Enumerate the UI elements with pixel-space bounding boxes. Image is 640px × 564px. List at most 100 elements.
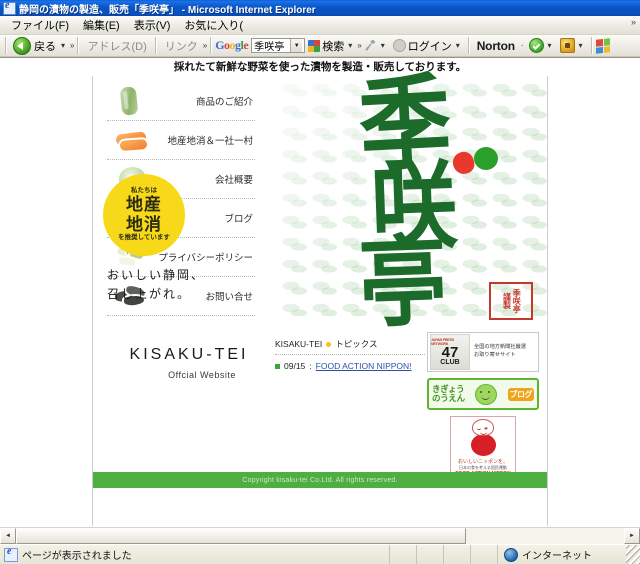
nav-item-local-production[interactable]: 地産地消＆一社一村 [107,121,255,160]
banner-47club-number: 47 [441,343,459,361]
browser-toolbar: 戻る ▾ » アドレス(D) リンク » Google 季咲亭 ▼ 検索 ▾ »… [0,35,640,57]
banner-fan-jp: おいしいニッポンを。 [457,459,508,465]
address-bar-label[interactable]: アドレス(D) [82,38,151,54]
scroll-left-button[interactable]: ◄ [0,528,16,544]
status-message: ページが表示されました [22,551,132,562]
page-viewport: 採れたて新鮮な野菜を使った漬物を製造・販売しております。 商品のご紹介 地産地消… [0,57,640,527]
menu-item-file[interactable]: ファイル(F) [4,15,76,35]
toolbar-divider-5 [467,37,470,54]
toolbar-divider-4 [210,37,213,54]
lower-section: KISAKU-TEI Offcial Website KISAKU-TEI トピ… [93,328,547,498]
topics-heading-label: トピックス [335,339,378,349]
hero-section: 商品のご紹介 地産地消＆一社一村 会社概要 ブログ プライバシーポリシー お問い… [93,61,547,342]
topics-block: KISAKU-TEI トピックス 09/15 : FOOD ACTION NIP… [275,338,425,371]
google-tools-button[interactable]: ▾ [362,39,390,52]
topics-divider [275,354,425,355]
back-button[interactable]: 戻る ▾ [10,36,70,56]
banner-column: JAPAN PRESS NETWORK 47 CLUB 全国の地方新聞社厳選 お… [427,332,539,478]
status-cell-4 [471,545,498,564]
kisakutei-logo: 季 咲 亭 謹製 季咲亭 [271,61,541,342]
banner-47club-word: CLUB [440,359,460,367]
chevron-down-icon[interactable]: ▼ [290,39,303,52]
banner-47club-text-line1: 全国の地方新聞社厳選 [474,344,526,351]
google-search-value: 季咲亭 [254,42,285,53]
hero-tagline-line1: おいしい静岡、 [107,268,206,282]
topics-list-item[interactable]: 09/15 : FOOD ACTION NIPPON! [275,361,425,371]
google-search-input[interactable]: 季咲亭 ▼ [251,38,306,53]
wrench-icon [365,39,376,51]
back-button-label: 戻る [34,40,56,53]
status-cells [390,545,498,564]
hero-tagline-line2: 召し上がれ。 [107,286,192,301]
google-login-button[interactable]: ログイン ▾ [390,38,465,54]
google-search-dropdown-icon[interactable]: ▾ [346,41,354,50]
toolbar-divider-6 [590,37,593,54]
brand-block: KISAKU-TEI Offcial Website [109,346,269,380]
cucumber-icon [111,86,151,116]
ie-icon [3,0,16,15]
nav-item-products[interactable]: 商品のご紹介 [107,82,255,121]
google-squares-icon [308,39,321,52]
nav-label-privacy: プライバシーポリシー [158,253,253,264]
site-footer: Copyright kisaku-tei Co.Ltd. All rights … [93,472,547,488]
menu-item-favorites[interactable]: お気に入り( [177,15,250,35]
nav-label-local-production: 地産地消＆一社一村 [167,136,253,147]
banner-food-action-nippon[interactable]: おいしいニッポンを。 日本の食を考える国民運動 FOOD ACTION NIPP… [450,416,516,478]
norton-lock-dropdown-icon[interactable]: ▾ [577,41,585,50]
nav-label-products: 商品のご紹介 [195,97,253,108]
google-login-dropdown-icon[interactable]: ▾ [454,41,462,50]
smiling-face-icon [472,419,494,436]
google-search-label: 検索 [322,40,345,53]
banner-blog-text: きぎょう のうえん [432,385,465,403]
menu-item-edit[interactable]: 編集(E) [76,15,127,35]
norton-identity-button[interactable]: ▾ [557,38,588,53]
banner-47club-logo: JAPAN PRESS NETWORK 47 CLUB [430,334,470,370]
google-search-button[interactable]: 検索 ▾ [305,38,357,54]
links-overflow-icon[interactable]: » [203,41,207,50]
google-tools-dropdown-icon[interactable]: ▾ [379,41,387,50]
security-zone-label: インターネット [522,551,592,562]
back-arrow-icon [13,36,31,55]
status-bar: ページが表示されました インターネット [0,544,640,564]
page-left-margin [0,76,92,527]
google-logo: Google [215,38,248,53]
chisan-chisho-badge: 私たちは 地産 地消 を推奨しています [103,174,185,256]
menu-bar: ファイル(F) 編集(E) 表示(V) お気に入り( » [0,16,640,35]
seal-text-left: 謹製 [502,293,512,309]
scrollbar-thumb[interactable] [16,528,466,544]
seal-text-right: 季咲亭 [512,289,522,313]
horizontal-scrollbar[interactable]: ◄ ► [0,527,640,544]
norton-check-dropdown-icon[interactable]: ▾ [546,41,554,50]
resize-grip[interactable] [626,545,640,564]
windows-flag-icon[interactable] [595,37,610,54]
menu-item-view[interactable]: 表示(V) [127,15,178,35]
google-logo-e: e [243,38,249,52]
topics-item-link[interactable]: FOOD ACTION NIPPON! [316,361,412,371]
scrollbar-track[interactable] [16,528,624,544]
banner-kigyou-nouen-blog[interactable]: きぎょう のうえん ブログ [427,378,539,410]
banner-blog-line2: のうえん [432,393,465,403]
menu-overflow-icon[interactable]: » [631,17,636,27]
banner-47club[interactable]: JAPAN PRESS NETWORK 47 CLUB 全国の地方新聞社厳選 お… [427,332,539,372]
user-circle-icon [392,39,406,52]
brand-name: KISAKU-TEI [129,346,249,363]
links-bar-label[interactable]: リンク [160,38,203,54]
back-dropdown-icon[interactable]: ▾ [59,41,67,50]
norton-safe-status-button[interactable]: ▾ [526,38,557,53]
logo-kanji-tei: 亭 [356,222,450,342]
badge-line-1: 地産 [126,195,162,215]
toolbar-overflow-icon[interactable]: » [70,41,74,50]
scroll-right-button[interactable]: ► [624,528,640,544]
security-zone-indicator[interactable]: インターネット [498,547,626,562]
norton-dropdown-icon[interactable]: · [519,41,526,50]
carrot-icon [111,125,151,155]
norton-toolbar-label[interactable]: Norton [473,39,519,53]
topics-item-date: 09/15 [284,361,306,371]
topics-heading-prefix: KISAKU-TEI [275,339,323,349]
window-titlebar: 静岡の漬物の製造、販売「季咲亭」 - Microsoft Internet Ex… [0,0,640,16]
lock-icon [559,38,575,53]
brand-subtitle: Offcial Website [168,370,236,380]
topics-bullet-icon [326,341,332,347]
window-title: 静岡の漬物の製造、販売「季咲亭」 - Microsoft Internet Ex… [19,4,316,16]
logo-green-dot-icon [474,147,498,170]
